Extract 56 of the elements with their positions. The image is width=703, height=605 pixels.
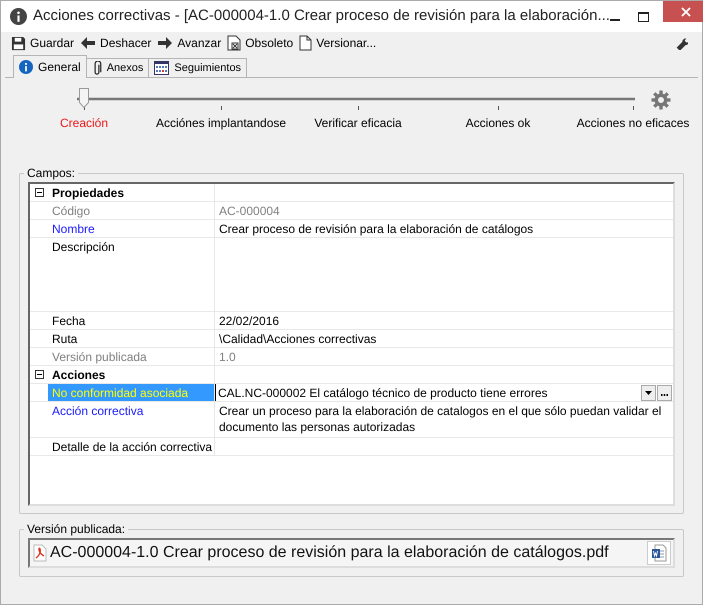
toolbar-button[interactable]: Deshacer — [100, 34, 152, 52]
caret-icon — [645, 391, 652, 395]
property-value: \Calidad\Acciones correctivas — [218, 331, 378, 347]
toolbar-button[interactable]: Obsoleto — [245, 34, 294, 52]
gear-icon[interactable] — [651, 90, 671, 110]
property-label: Detalle de la acción correctiva — [48, 438, 215, 455]
info-icon — [19, 60, 33, 74]
document-x-icon — [227, 35, 242, 51]
workflow-stage-label: Creación — [60, 115, 108, 132]
property-value: AC-000004 — [218, 203, 281, 219]
property-label: Acción correctiva — [48, 402, 215, 437]
property-label: No conformidad asociada — [48, 384, 215, 401]
category-label: Acciones — [48, 366, 215, 383]
window-title: Acciones correctivas - [AC-000004-1.0 Crear proceso de revisión para la elaboración... — [33, 6, 610, 26]
pdf-icon — [32, 544, 48, 562]
wrench-icon[interactable] — [675, 36, 688, 50]
close-button[interactable] — [662, 1, 703, 22]
tab[interactable]: General — [13, 55, 87, 78]
document-icon — [299, 35, 312, 51]
arrow-left-icon — [80, 36, 96, 50]
property-value: 1.0 — [218, 349, 237, 365]
property-label: Nombre — [48, 220, 215, 237]
collapse-icon[interactable] — [34, 188, 44, 197]
slider-thumb[interactable] — [79, 88, 89, 108]
workflow-stage-label: Acciónes implantandose — [156, 115, 286, 132]
property-label: Descripción — [48, 238, 215, 311]
property-label: Ruta — [48, 330, 215, 347]
toolbar-button[interactable]: Guardar — [30, 34, 74, 52]
toolbar-button[interactable]: Versionar... — [316, 34, 376, 52]
word-document-button[interactable] — [647, 541, 671, 565]
calendar-icon — [154, 61, 170, 75]
file-name: AC-000004-1.0 Crear proceso de revisión para la elaboración de catálogos.pdf — [50, 543, 609, 563]
close-icon — [680, 6, 691, 16]
category-label: Propiedades — [48, 184, 215, 201]
workflow-stage-label: Verificar eficacia — [314, 115, 402, 132]
property-label: Versión publicada — [48, 348, 215, 365]
property-label: Código — [48, 202, 215, 219]
info-icon — [10, 8, 27, 25]
maximize-icon[interactable] — [638, 12, 649, 22]
tab[interactable]: Seguimientos — [149, 58, 248, 77]
workflow-stage-label: Acciones ok — [466, 115, 530, 132]
property-value: 22/02/2016 — [218, 313, 280, 329]
property-value: Crear proceso de revisión para la elaboración de catálogos — [218, 221, 534, 237]
paperclip-icon — [92, 60, 102, 76]
workflow-stage-label: Acciones no eficaces — [576, 115, 690, 132]
toolbar-button[interactable]: Avanzar — [177, 34, 222, 52]
collapse-icon[interactable] — [34, 370, 44, 379]
dropdown-button[interactable] — [641, 385, 656, 401]
arrow-right-icon — [157, 36, 174, 50]
file-field[interactable]: AC-000004-1.0 Crear proceso de revisión para la elaboración de catálogos.pdf — [28, 538, 675, 568]
panel-legend: Campos: — [24, 164, 78, 182]
panel-legend: Versión publicada: — [24, 520, 128, 538]
property-label: Fecha — [48, 312, 215, 329]
browse-button[interactable] — [657, 385, 672, 401]
property-value: Crear un proceso para la elaboración de catalogos en el que sólo puedan validar el documento las personas autorizadas — [218, 403, 662, 435]
tab[interactable]: Anexos — [86, 58, 150, 77]
